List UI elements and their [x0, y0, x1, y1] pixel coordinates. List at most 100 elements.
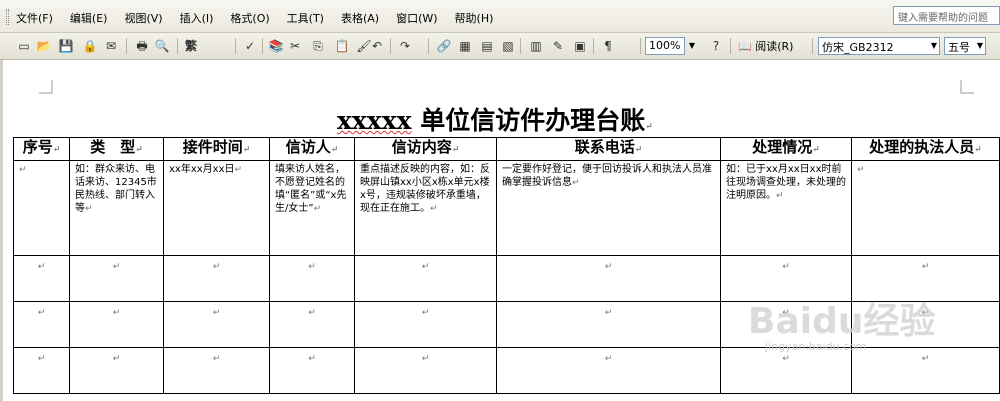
column-header[interactable]: 序号↵ — [13, 137, 70, 161]
cut-icon[interactable]: ✂ — [287, 38, 303, 54]
menu-item[interactable]: 视图(V) — [124, 10, 162, 26]
table-cell[interactable]: ↵ — [13, 301, 70, 348]
title-text: 单位信访件办理台账 — [411, 106, 646, 135]
zoom-dropdown-icon[interactable]: ▼ — [686, 37, 698, 55]
cell-end-mark: ↵ — [634, 145, 643, 155]
table-cell[interactable]: ↵ — [163, 347, 270, 394]
table-cell[interactable]: 如：已于xx月xx日xx时前往现场调查处理，未处理的注明原因。↵ — [720, 160, 852, 256]
menu-item[interactable]: 插入(I) — [180, 10, 214, 26]
menu-item[interactable]: 表格(A) — [341, 10, 379, 26]
table-cell[interactable]: ↵ — [354, 301, 497, 348]
permission-icon[interactable]: 🔒 — [82, 38, 98, 54]
read-button[interactable]: 📖 阅读(R) — [738, 38, 793, 54]
column-header[interactable]: 接件时间↵ — [163, 137, 270, 161]
table-cell[interactable]: ↵ — [13, 255, 70, 302]
paragraph-mark: ↵ — [645, 122, 653, 132]
column-header-label: 信访内容 — [391, 138, 452, 157]
toolbar-separator — [126, 38, 127, 54]
tables-borders-icon[interactable]: ▦ — [457, 38, 473, 54]
email-icon[interactable]: ✉ — [103, 38, 119, 54]
print-preview-icon[interactable]: 🔍 — [154, 38, 170, 54]
cell-text: 填来访人姓名，不愿登记姓名的填“匿名”或“x先生/女士” — [275, 164, 347, 214]
menu-item[interactable]: 帮助(H) — [455, 10, 494, 26]
traditional-chinese-button[interactable]: 繁 — [183, 38, 199, 54]
table-row: ↵ ↵ ↵ ↵ ↵ ↵ ↵ ↵ — [13, 347, 1000, 394]
font-size-dropdown-icon[interactable]: ▼ — [974, 37, 986, 55]
cell-end-mark: ↵ — [37, 354, 46, 364]
toolbar-separator — [390, 38, 391, 54]
cell-end-mark: ↵ — [921, 354, 930, 364]
insert-table-icon[interactable]: ▤ — [479, 38, 495, 54]
document-map-icon[interactable]: ▣ — [572, 38, 588, 54]
column-header[interactable]: 信访人↵ — [269, 137, 355, 161]
undo-icon[interactable]: ↶ — [369, 38, 385, 54]
hyperlink-icon[interactable]: 🔗 — [436, 38, 452, 54]
column-header[interactable]: 信访内容↵ — [354, 137, 497, 161]
cell-end-mark: ↵ — [37, 262, 46, 272]
column-header[interactable]: 类 型↵ — [69, 137, 164, 161]
menu-item[interactable]: 窗口(W) — [396, 10, 437, 26]
cell-text: xx年xx月xx日 — [169, 164, 235, 175]
margin-corner-top-right — [960, 80, 974, 94]
cell-end-mark: ↵ — [308, 262, 316, 272]
menu-item[interactable]: 工具(T) — [287, 10, 324, 26]
table-cell[interactable]: ↵ — [163, 301, 270, 348]
column-header-label: 信访人 — [285, 138, 331, 157]
table-cell[interactable]: 如：群众来访、电话来访、12345市民热线、部门转入等↵ — [69, 160, 164, 256]
cell-end-mark: ↵ — [572, 178, 580, 188]
table-cell[interactable]: ↵ — [496, 301, 721, 348]
print-icon[interactable]: 🖶 — [134, 38, 150, 54]
menu-item[interactable]: 文件(F) — [16, 10, 53, 26]
menu-grip[interactable] — [6, 9, 9, 25]
table-cell[interactable]: ↵ — [163, 255, 270, 302]
column-header[interactable]: 处理的执法人员↵ — [851, 137, 1000, 161]
insert-excel-icon[interactable]: ▧ — [500, 38, 516, 54]
standard-toolbar: 100% ▼ 📖 阅读(R) 仿宋_GB2312 ▼ 五号 ▼ ▭ 📂 💾 🔒 ✉ 🖶 🔍 ✓… — [0, 33, 1000, 60]
columns-icon[interactable]: ▥ — [528, 38, 544, 54]
font-dropdown-icon[interactable]: ▼ — [928, 37, 940, 55]
table-cell[interactable]: xx年xx月xx日↵ — [163, 160, 270, 256]
menu-item[interactable]: 格式(O) — [230, 10, 269, 26]
column-header[interactable]: 联系电话↵ — [496, 137, 721, 161]
table-cell[interactable]: ↵ — [720, 347, 852, 394]
ledger-table[interactable]: 序号↵ 类 型↵ 接件时间↵ 信访人↵ 信访内容↵ 联系电话↵ 处理情况↵ 处理的执法人员↵ … — [13, 137, 1000, 394]
table-cell[interactable]: ↵ — [851, 347, 1000, 394]
cell-text: 重点描述反映的内容，如：反映屏山镇xx小区x栋x单元x楼x号，违规装修破坏承重墙… — [360, 164, 490, 214]
copy-icon[interactable]: ⎘ — [310, 38, 326, 54]
watermark-brand: Baidu经验 — [748, 301, 936, 342]
redo-icon[interactable]: ↷ — [397, 38, 413, 54]
table-cell[interactable]: ↵ — [354, 255, 497, 302]
save-icon[interactable]: 💾 — [58, 38, 74, 54]
cell-end-mark: ↵ — [308, 354, 316, 364]
research-icon[interactable]: 📚 — [268, 38, 284, 54]
table-cell[interactable]: ↵ — [851, 160, 1000, 256]
drawing-icon[interactable]: ✎ — [550, 38, 566, 54]
table-cell[interactable]: ↵ — [69, 255, 164, 302]
table-cell[interactable]: ↵ — [69, 301, 164, 348]
table-cell[interactable]: 填来访人姓名，不愿登记姓名的填“匿名”或“x先生/女士”↵ — [269, 160, 355, 256]
show-hide-icon[interactable]: ¶ — [600, 38, 616, 54]
cell-end-mark: ↵ — [974, 145, 982, 155]
new-icon[interactable]: ▭ — [16, 38, 32, 54]
table-cell[interactable]: ↵ — [269, 347, 355, 394]
spelling-icon[interactable]: ✓ — [242, 38, 258, 54]
table-cell[interactable]: ↵ — [496, 347, 721, 394]
table-cell[interactable]: ↵ — [13, 160, 70, 256]
table-cell[interactable]: ↵ — [13, 347, 70, 394]
table-cell[interactable]: ↵ — [269, 255, 355, 302]
help-search-input[interactable]: 键入需要帮助的问题 — [893, 6, 1000, 25]
help-icon[interactable]: ? — [708, 38, 724, 54]
table-cell[interactable]: 一定要作好登记，便于回访投诉人和执法人员准确掌握投诉信息↵ — [496, 160, 721, 256]
table-cell[interactable]: ↵ — [269, 301, 355, 348]
table-cell[interactable]: ↵ — [354, 347, 497, 394]
table-cell[interactable]: 重点描述反映的内容，如：反映屏山镇xx小区x栋x单元x楼x号，违规装修破坏承重墙… — [354, 160, 497, 256]
font-select[interactable]: 仿宋_GB2312 — [818, 37, 940, 55]
table-cell[interactable]: ↵ — [496, 255, 721, 302]
menu-item[interactable]: 编辑(E) — [70, 10, 108, 26]
cell-end-mark: ↵ — [776, 191, 784, 201]
paste-icon[interactable]: 📋 — [334, 38, 350, 54]
zoom-select[interactable]: 100% — [645, 37, 685, 55]
table-cell[interactable]: ↵ — [69, 347, 164, 394]
open-icon[interactable]: 📂 — [36, 38, 52, 54]
column-header[interactable]: 处理情况↵ — [720, 137, 852, 161]
